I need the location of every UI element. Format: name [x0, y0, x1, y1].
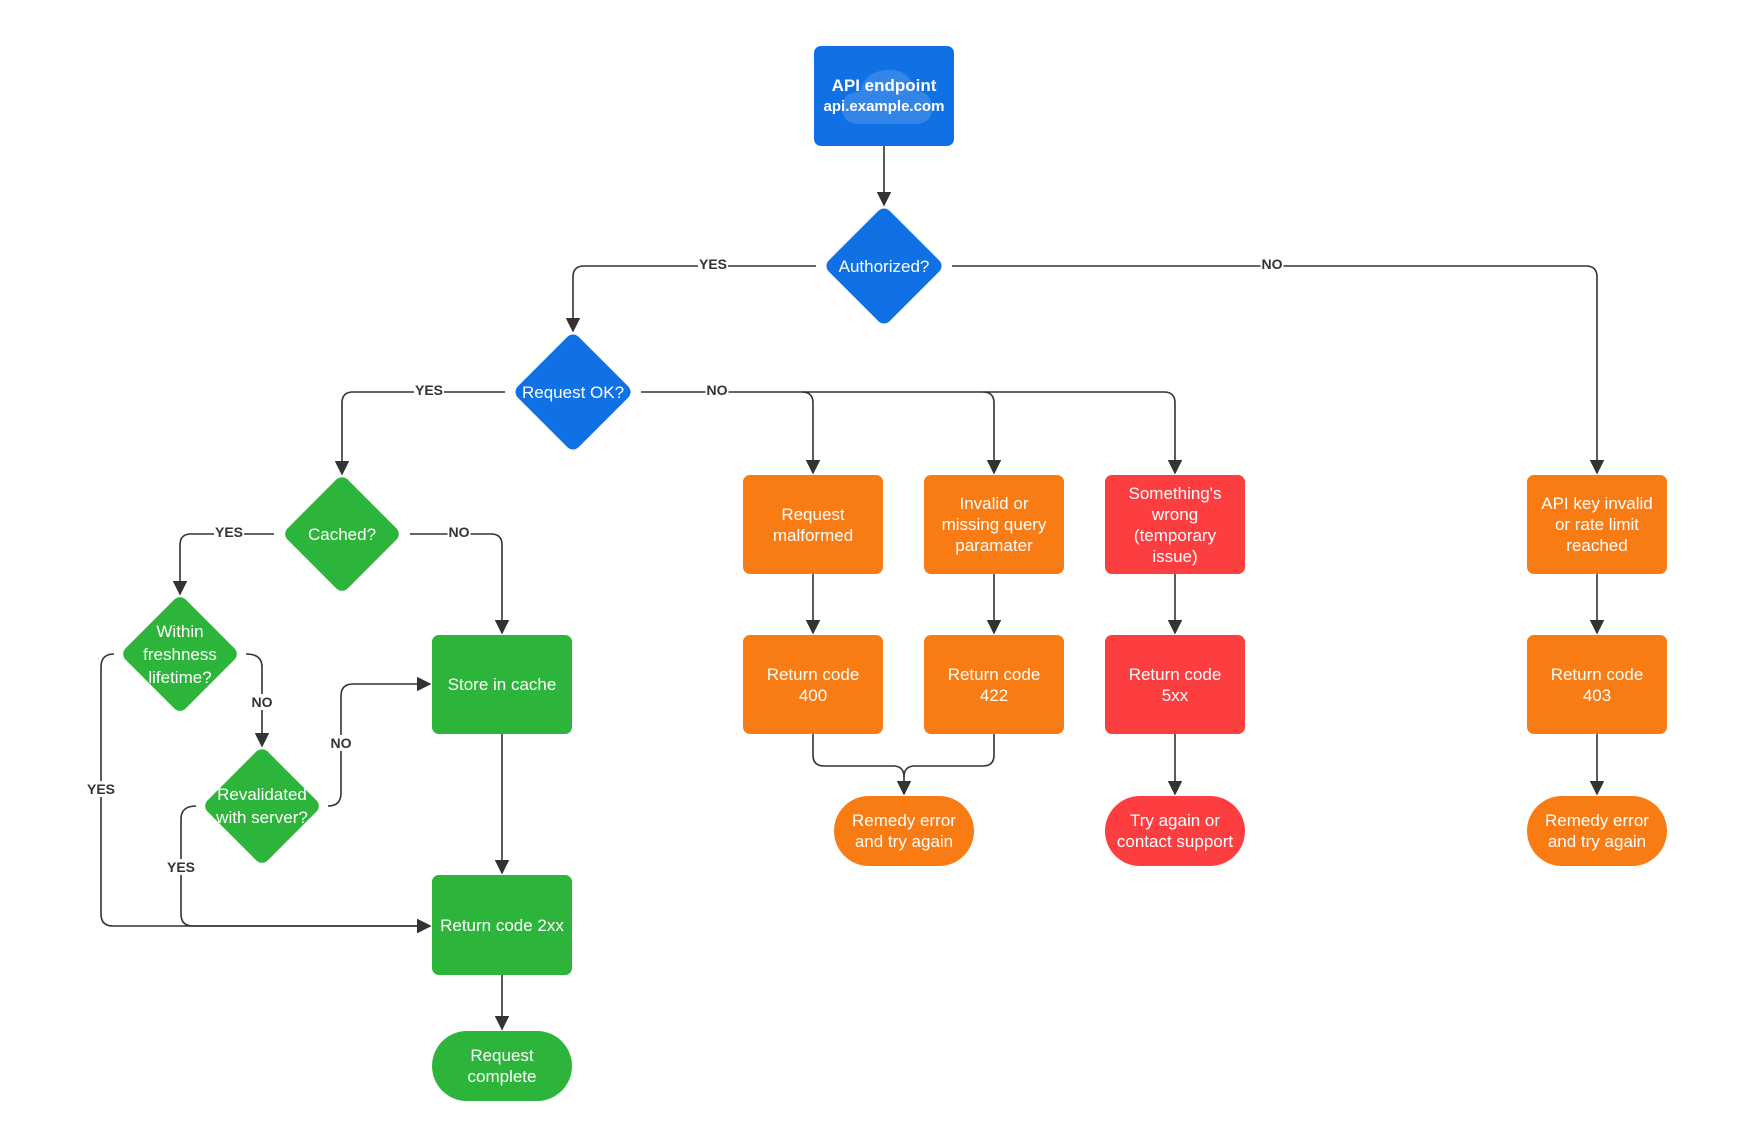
return-2xx-label: Return code 2xx [440, 915, 564, 935]
edge-label-reval-yes: YES [165, 859, 197, 875]
request-malformed-node[interactable]: Request malformed [743, 475, 883, 574]
edge-422-remedy [903, 734, 995, 778]
edge-label-cached-yes: YES [213, 524, 245, 540]
return-403-label: Return code 403 [1550, 664, 1644, 705]
decision-cached[interactable]: Cached? [274, 473, 410, 595]
decision-request-ok-label: Request OK? [521, 382, 625, 402]
store-in-cache-node[interactable]: Store in cache [432, 635, 572, 734]
return-403-node[interactable]: Return code 403 [1527, 635, 1667, 734]
return-422-node[interactable]: Return code 422 [924, 635, 1064, 734]
edge-label-fresh-no: NO [250, 694, 274, 710]
return-5xx-node[interactable]: Return code 5xx [1105, 635, 1245, 734]
decision-revalidated-label: Revalidated with server? [216, 785, 308, 827]
decision-within-freshness[interactable]: Within freshness lifetime? [112, 593, 248, 715]
decision-authorized-label: Authorized? [838, 256, 930, 276]
edge-authorized-no [952, 265, 1605, 475]
edge-requestok-no-malformed [641, 391, 821, 475]
try-again-support-node[interactable]: Try again or contact support [1105, 796, 1245, 866]
edge-label-authorized-no: NO [1260, 256, 1284, 272]
remedy-error-node-2[interactable]: Remedy error and try again [1527, 796, 1667, 866]
edge-label-reval-no: NO [329, 735, 353, 751]
api-endpoint-title: API endpoint [831, 76, 937, 95]
decision-revalidated[interactable]: Revalidated with server? [194, 745, 330, 867]
something-wrong-node[interactable]: Something's wrong (temporary issue) [1105, 475, 1245, 574]
decision-request-ok[interactable]: Request OK? [505, 331, 641, 453]
api-key-invalid-node[interactable]: API key invalid or rate limit reached [1527, 475, 1667, 574]
return-422-label: Return code 422 [947, 664, 1041, 705]
try-again-support-label: Try again or contact support [1116, 811, 1234, 851]
decision-authorized[interactable]: Authorized? [816, 205, 952, 327]
return-2xx-node[interactable]: Return code 2xx [432, 875, 572, 975]
request-complete-label: Request complete [467, 1046, 537, 1086]
request-complete-node[interactable]: Request complete [432, 1031, 572, 1101]
invalid-query-node[interactable]: Invalid or missing query paramater [924, 475, 1064, 574]
remedy-error-label-2: Remedy error and try again [1545, 811, 1649, 851]
edge-label-authorized-yes: YES [697, 256, 729, 272]
edge-requestok-no-wrong [983, 391, 1183, 475]
edge-label-cached-no: NO [447, 524, 471, 540]
edge-400-remedy [812, 734, 912, 796]
edge-cached-no [410, 533, 510, 635]
invalid-query-label: Invalid or missing query paramater [941, 494, 1047, 555]
api-endpoint-node[interactable]: API endpoint api.example.com [814, 46, 954, 146]
api-endpoint-subtitle: api.example.com [823, 98, 945, 115]
decision-within-freshness-label: Within freshness lifetime? [143, 621, 217, 687]
edge-label-fresh-yes: YES [85, 781, 117, 797]
decision-cached-label: Cached? [307, 524, 377, 544]
request-malformed-label: Request malformed [772, 504, 854, 545]
remedy-error-node-1[interactable]: Remedy error and try again [834, 796, 974, 866]
return-400-node[interactable]: Return code 400 [743, 635, 883, 734]
api-key-invalid-label: API key invalid or rate limit reached [1541, 494, 1653, 555]
edge-authorized-yes [565, 265, 816, 333]
edge-cached-yes [172, 533, 274, 596]
remedy-error-label-1: Remedy error and try again [852, 811, 956, 851]
return-5xx-label: Return code 5xx [1128, 664, 1222, 705]
store-in-cache-label: Store in cache [447, 675, 557, 694]
return-400-label: Return code 400 [766, 664, 860, 705]
edge-label-requestok-yes: YES [413, 382, 445, 398]
edge-requestok-no-query [802, 391, 1002, 475]
something-wrong-label: Something's wrong (temporary issue) [1128, 483, 1222, 566]
edge-label-requestok-no: NO [705, 382, 729, 398]
edge-requestok-yes [334, 391, 505, 476]
